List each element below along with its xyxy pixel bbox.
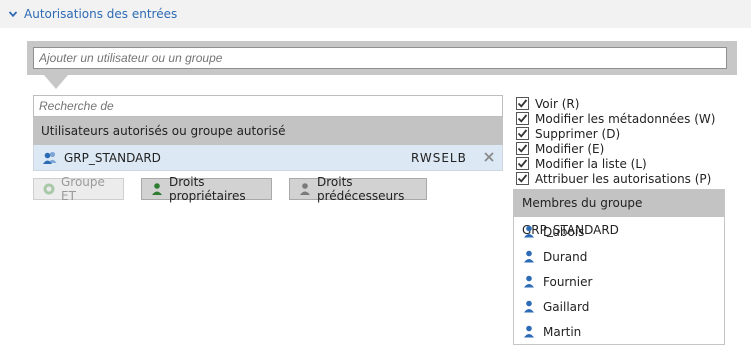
group-icon: [42, 151, 58, 165]
list-item[interactable]: Martin: [514, 319, 724, 344]
chevron-down-icon[interactable]: [8, 9, 18, 19]
section-title[interactable]: Autorisations des entrées: [24, 7, 177, 21]
checkbox-checked-icon[interactable]: [516, 157, 529, 170]
user-icon: [523, 225, 535, 238]
users-table-header: Utilisateurs autorisés ou groupe autoris…: [33, 117, 503, 145]
permission-write-metadata[interactable]: Modifier les métadonnées (W): [516, 111, 715, 126]
permission-edit[interactable]: Modifier (E): [516, 141, 715, 156]
checkbox-checked-icon[interactable]: [516, 97, 529, 110]
checkbox-checked-icon[interactable]: [516, 172, 529, 185]
user-name: GRP_STANDARD: [64, 150, 161, 165]
permission-label: Supprimer (D): [535, 126, 621, 141]
permission-read[interactable]: Voir (R): [516, 96, 715, 111]
member-name: Dubois: [543, 224, 585, 239]
owner-icon: [150, 182, 164, 196]
rights-buttons: Groupe ET Droits propriétaires Droits pr…: [33, 175, 444, 203]
permission-label: Modifier la liste (L): [535, 156, 647, 171]
user-icon: [523, 300, 535, 313]
member-name: Fournier: [543, 274, 593, 289]
owner-rights-label: Droits propriétaires: [169, 175, 246, 203]
permission-assign[interactable]: Attribuer les autorisations (P): [516, 171, 715, 186]
permission-label: Modifier les métadonnées (W): [535, 111, 716, 126]
checkbox-checked-icon[interactable]: [516, 112, 529, 125]
section-header[interactable]: Autorisations des entrées: [0, 0, 751, 28]
permission-list[interactable]: Modifier la liste (L): [516, 156, 715, 171]
group-et-button[interactable]: Groupe ET: [33, 175, 124, 203]
users-panel: Utilisateurs autorisés ou groupe autoris…: [33, 95, 503, 171]
add-user-input[interactable]: [33, 47, 727, 69]
permission-delete[interactable]: Supprimer (D): [516, 126, 715, 141]
predecessor-icon: [298, 182, 312, 196]
predecessor-rights-label: Droits prédécesseurs: [317, 175, 405, 203]
remove-icon[interactable]: [482, 150, 496, 164]
user-icon: [523, 325, 535, 338]
member-name: Gaillard: [543, 299, 590, 314]
checkbox-checked-icon[interactable]: [516, 127, 529, 140]
permissions-list: Voir (R) Modifier les métadonnées (W) Su…: [516, 96, 715, 186]
group-et-icon: [42, 182, 56, 196]
permission-label: Modifier (E): [535, 141, 605, 156]
permission-label: Attribuer les autorisations (P): [535, 171, 712, 186]
table-row[interactable]: GRP_STANDARD RWSELB: [33, 145, 503, 171]
group-members-header: Membres du groupe GRP_STANDARD: [514, 190, 724, 237]
group-et-label: Groupe ET: [61, 175, 105, 203]
rights-code: RWSELB: [411, 150, 467, 165]
member-name: Durand: [543, 249, 588, 264]
add-bar-pointer: [44, 75, 68, 89]
user-icon: [523, 250, 535, 263]
member-name: Martin: [543, 324, 582, 339]
permission-label: Voir (R): [535, 96, 580, 111]
user-icon: [523, 275, 535, 288]
search-input[interactable]: [33, 95, 503, 117]
add-user-bar: [27, 41, 737, 75]
checkbox-checked-icon[interactable]: [516, 142, 529, 155]
predecessor-rights-button[interactable]: Droits prédécesseurs: [289, 175, 427, 203]
group-members-panel: Membres du groupe GRP_STANDARD Dubois Du…: [513, 189, 725, 345]
list-item[interactable]: Durand: [514, 244, 724, 269]
list-item[interactable]: Fournier: [514, 269, 724, 294]
list-item[interactable]: Gaillard: [514, 294, 724, 319]
owner-rights-button[interactable]: Droits propriétaires: [141, 175, 272, 203]
